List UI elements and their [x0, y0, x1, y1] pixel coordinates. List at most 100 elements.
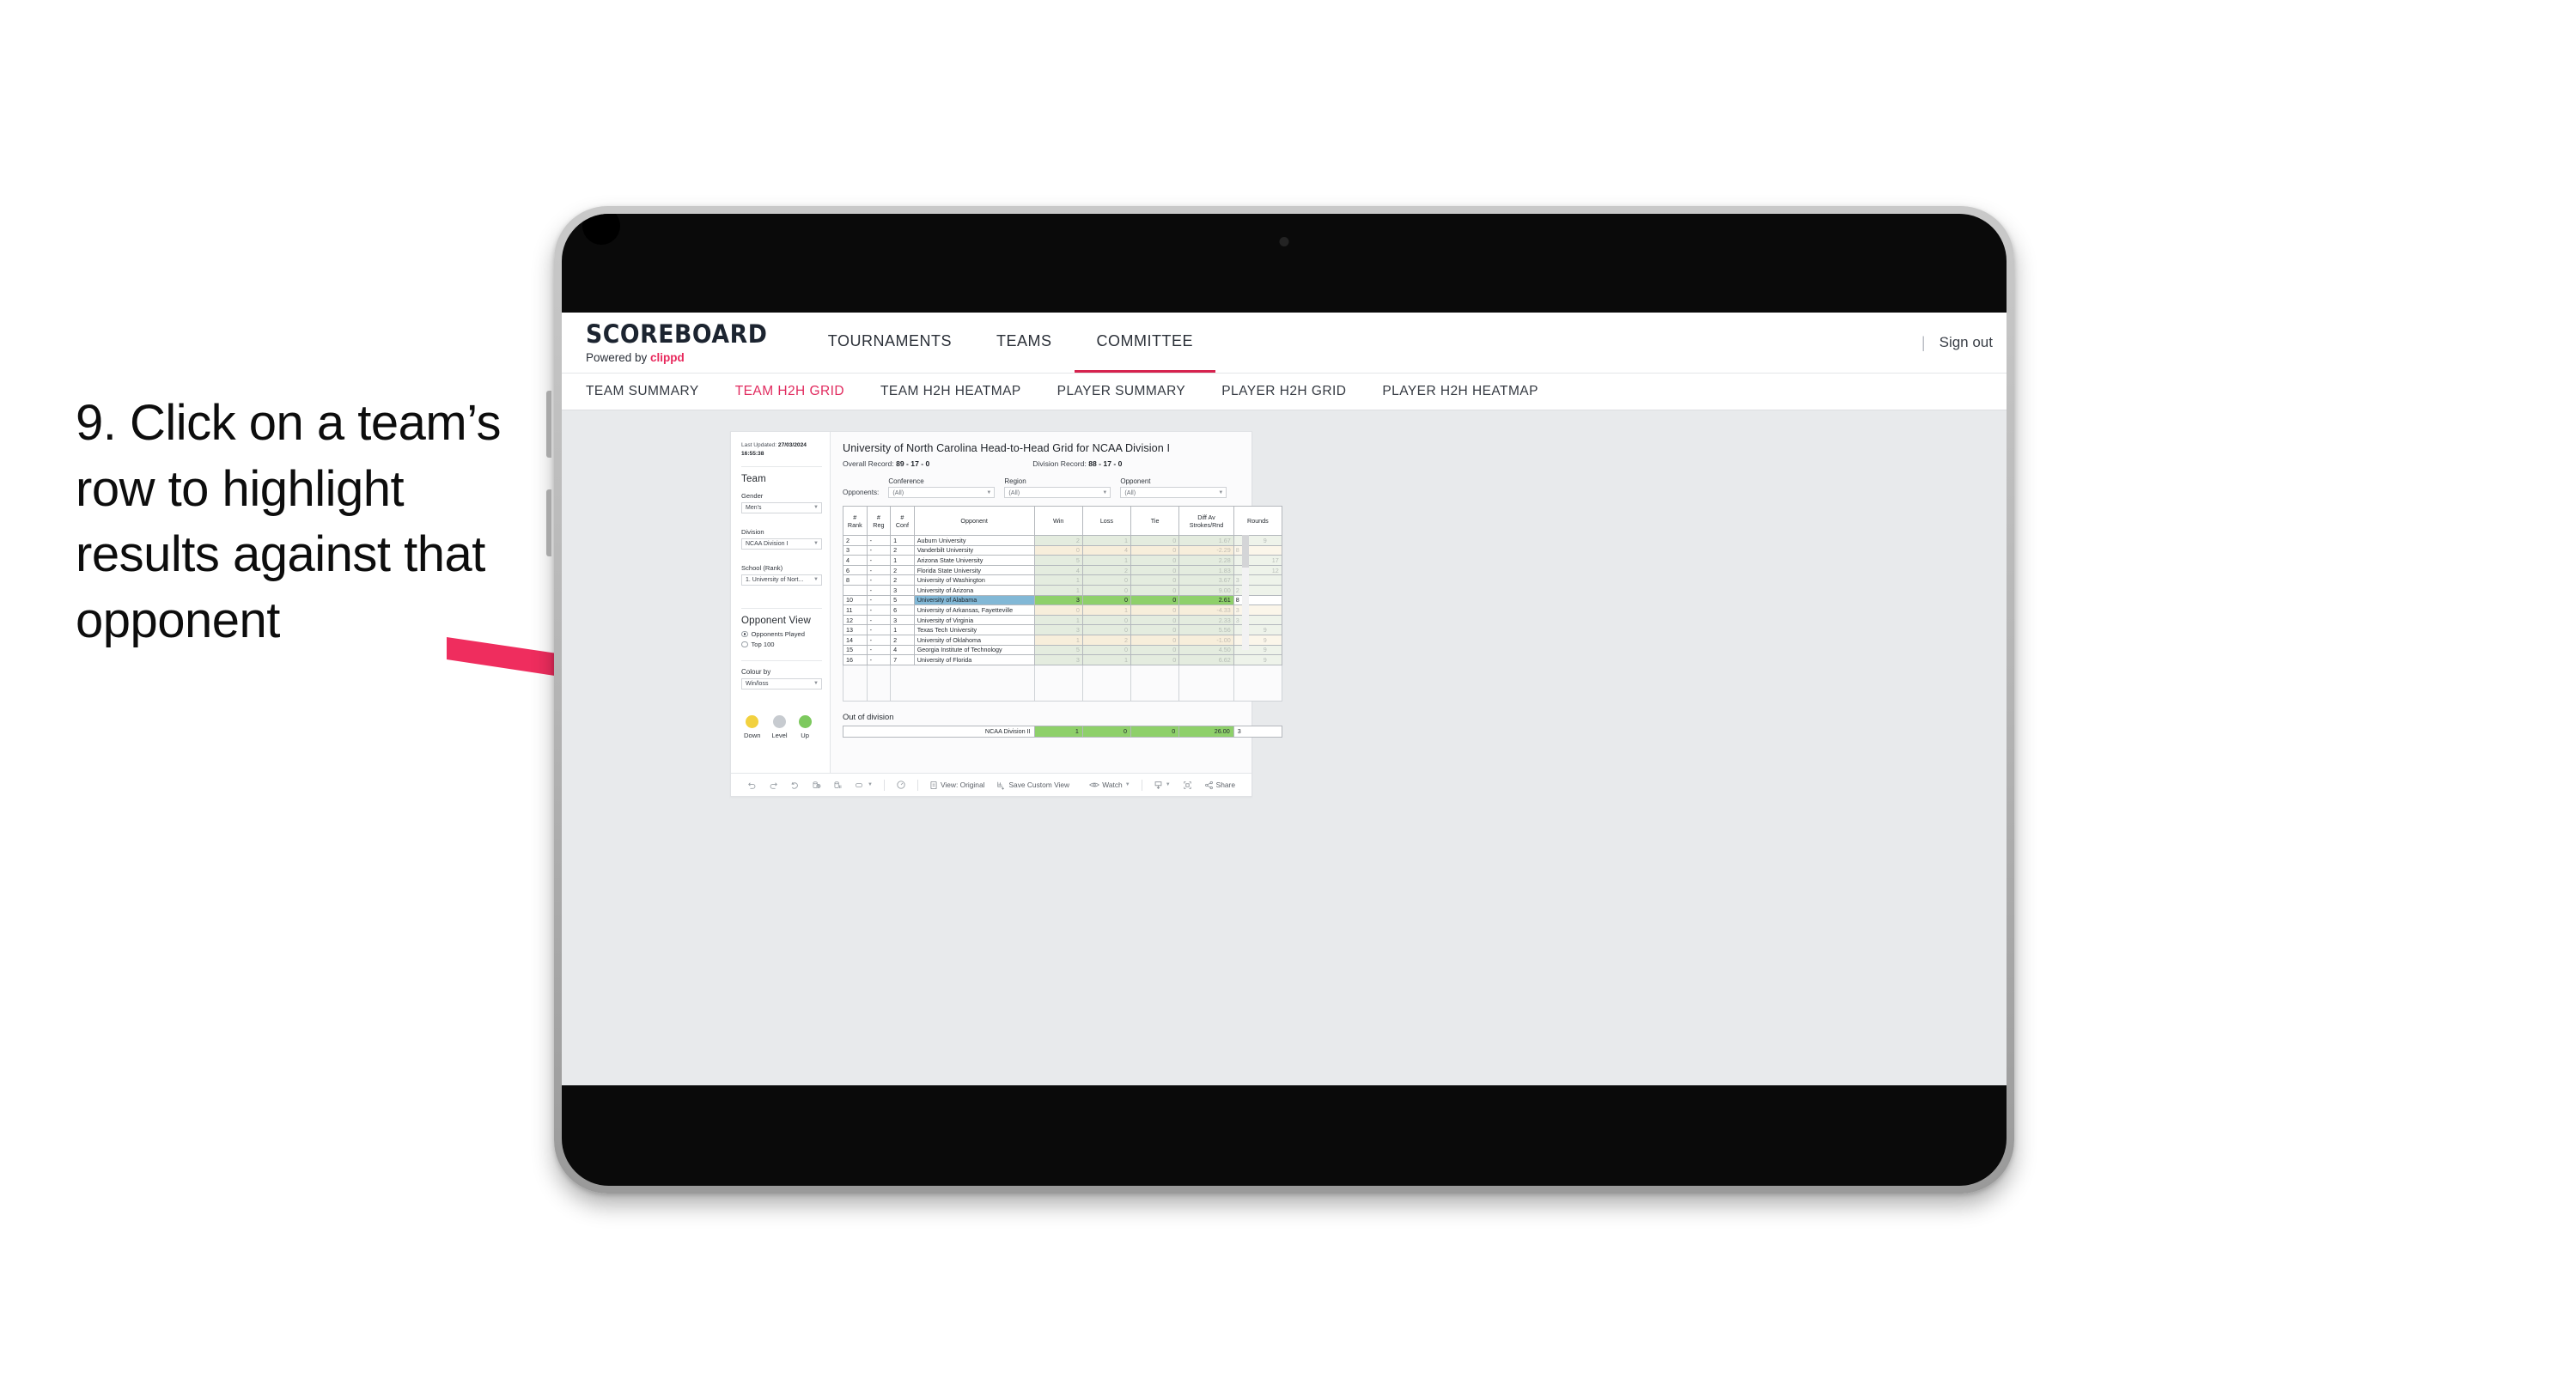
col-reg[interactable]: # Reg — [866, 506, 892, 536]
table-row[interactable]: 3-2 Vanderbilt University 0 4 0 -2.29 8 — [843, 544, 1283, 556]
region-filter-select[interactable]: (All) ▼ — [1004, 487, 1111, 498]
opponent-filter-select[interactable]: (All) ▼ — [1120, 487, 1227, 498]
subnav-player-h2h-heatmap[interactable]: PLAYER H2H HEATMAP — [1382, 384, 1538, 399]
fullscreen-button[interactable] — [1177, 781, 1198, 790]
app-screen: SCOREBOARD Powered by clippd TOURNAMENTS… — [562, 313, 2007, 1085]
table-row[interactable]: 13-1 Texas Tech University 3 0 0 5.56 9 — [843, 624, 1283, 635]
radio-off-icon — [741, 641, 748, 648]
col-conf[interactable]: # Conf — [890, 506, 915, 536]
nav-tournaments[interactable]: TOURNAMENTS — [806, 313, 974, 373]
table-row[interactable]: 16-7 University of Florida 3 1 0 6.62 9 — [843, 654, 1283, 665]
refresh-data-icon[interactable] — [806, 781, 827, 790]
table-row[interactable]: 15-4 Georgia Institute of Technology 5 0 0 4.… — [843, 644, 1283, 656]
radio-opponents-played[interactable]: Opponents Played — [741, 630, 822, 638]
division-record-label: Division Record: — [1032, 459, 1087, 468]
table-row[interactable]: 2-1 Auburn University 2 1 0 1.67 9 — [843, 535, 1283, 546]
row-rounds: 8 — [1233, 544, 1283, 556]
volume-down-button[interactable] — [546, 489, 551, 556]
download-button[interactable]: ▼ — [1148, 781, 1177, 790]
table-row[interactable]: 4-1 Arizona State University 5 1 0 2.28 17 — [843, 555, 1283, 566]
out-of-division-row[interactable]: NCAA Division II 1 0 0 26.00 3 — [843, 725, 1283, 738]
conference-filter-select[interactable]: (All) ▼ — [888, 487, 996, 498]
table-row[interactable]: 11-6 University of Arkansas, Fayetteville… — [843, 604, 1283, 616]
gender-select[interactable]: Men’s ▼ — [741, 501, 822, 513]
row-diff: 9.00 — [1178, 584, 1234, 596]
row-diff: 3.67 — [1178, 574, 1234, 586]
secondary-nav: TEAM SUMMARY TEAM H2H GRID TEAM H2H HEAT… — [562, 373, 2007, 410]
col-reg-l2: Reg — [873, 520, 885, 529]
volume-up-button[interactable] — [546, 391, 551, 458]
col-diff-av-strokes[interactable]: Diff Av Strokes/Rnd — [1178, 506, 1234, 536]
col-opponent[interactable]: Opponent — [913, 506, 1035, 536]
row-rank: 2 — [843, 535, 868, 546]
school-rank-select[interactable]: 1. University of Nort... ▼ — [741, 574, 822, 586]
legend-item-down: Down — [744, 714, 761, 739]
table-row[interactable]: 8-2 University of Washington 1 0 0 3.67 3 — [843, 574, 1283, 586]
app-logo[interactable]: SCOREBOARD Powered by clippd — [562, 313, 806, 373]
save-custom-view-button[interactable]: Save Custom View — [990, 781, 1075, 790]
overall-record: Overall Record: 89 - 17 - 0 — [843, 459, 929, 468]
subnav-player-summary[interactable]: PLAYER SUMMARY — [1057, 384, 1186, 399]
chevron-down-icon: ▼ — [868, 782, 873, 787]
table-row[interactable]: 14-2 University of Oklahoma 1 2 0 -1.00 9 — [843, 634, 1283, 646]
row-opponent: Texas Tech University — [913, 624, 1035, 635]
grid-vertical-scrollbar[interactable] — [1242, 535, 1249, 650]
nav-teams[interactable]: TEAMS — [974, 313, 1075, 373]
viz-sidebar: Last Updated: 27/03/2024 16:55:38 Team G… — [731, 432, 831, 773]
row-reg: - — [866, 654, 892, 665]
row-diff: -4.33 — [1178, 604, 1234, 616]
watch-button[interactable]: Watch ▼ — [1083, 781, 1136, 789]
app-top-bar: SCOREBOARD Powered by clippd TOURNAMENTS… — [562, 313, 2007, 373]
row-opponent: Vanderbilt University — [913, 544, 1035, 556]
sign-out-link[interactable]: Sign out — [1940, 334, 1993, 351]
colour-by-label: Colour by — [741, 667, 771, 676]
row-rank: 8 — [843, 574, 868, 586]
undo-icon[interactable] — [741, 781, 763, 790]
grid-scrollbar-thumb[interactable] — [1242, 535, 1249, 568]
tableau-viz: Last Updated: 27/03/2024 16:55:38 Team G… — [730, 431, 1283, 797]
radio-top-100[interactable]: Top 100 — [741, 641, 822, 648]
row-rounds: 3 — [1233, 574, 1283, 586]
col-rounds[interactable]: Rounds — [1233, 506, 1283, 536]
table-row[interactable]: 6-2 Florida State University 4 2 0 1.83 12 — [843, 564, 1283, 576]
viz-main-panel: University of North Carolina Head-to-Hea… — [831, 432, 1283, 773]
table-row[interactable]: -3 University of Arizona 1 0 0 9.00 2 — [843, 584, 1283, 596]
table-row[interactable]: 10-5 University of Alabama 3 0 0 2.61 8 — [843, 594, 1283, 606]
row-loss: 0 — [1081, 574, 1132, 586]
empty-cell — [1233, 664, 1283, 702]
division-select[interactable]: NCAA Division I ▼ — [741, 538, 822, 550]
revert-icon[interactable] — [784, 781, 806, 790]
alerts-icon[interactable] — [890, 780, 912, 790]
col-rank[interactable]: # Rank — [843, 506, 868, 536]
table-row[interactable]: 12-3 University of Virginia 1 0 0 2.33 3 — [843, 614, 1283, 626]
row-rounds: 2 — [1233, 584, 1283, 596]
colour-by-select[interactable]: Win/loss ▼ — [741, 677, 822, 689]
ood-loss: 0 — [1081, 725, 1132, 738]
view-mode-icon[interactable]: ▼ — [849, 781, 879, 790]
legend-label-down: Down — [744, 731, 761, 739]
row-win: 4 — [1033, 564, 1083, 576]
row-conf: 2 — [890, 634, 915, 646]
row-opponent: Florida State University — [913, 564, 1035, 576]
row-rank — [843, 584, 868, 596]
nav-committee[interactable]: COMMITTEE — [1074, 313, 1215, 373]
col-loss[interactable]: Loss — [1081, 506, 1132, 536]
row-loss: 0 — [1081, 614, 1132, 626]
row-rounds: 9 — [1233, 624, 1283, 635]
subnav-player-h2h-grid[interactable]: PLAYER H2H GRID — [1221, 384, 1346, 399]
conference-filter-value: (All) — [892, 489, 904, 496]
col-tie[interactable]: Tie — [1130, 506, 1180, 536]
out-of-division-table: NCAA Division II 1 0 0 26.00 3 — [843, 725, 1283, 738]
empty-cell — [1081, 664, 1132, 702]
legend-label-level: Level — [771, 731, 788, 739]
out-of-division-body: NCAA Division II 1 0 0 26.00 3 — [843, 725, 1283, 738]
subnav-team-h2h-grid[interactable]: TEAM H2H GRID — [735, 384, 844, 399]
col-win[interactable]: Win — [1033, 506, 1083, 536]
subnav-team-h2h-heatmap[interactable]: TEAM H2H HEATMAP — [880, 384, 1021, 399]
share-button[interactable]: Share — [1198, 781, 1241, 790]
subnav-team-summary[interactable]: TEAM SUMMARY — [586, 384, 699, 399]
pause-updates-icon[interactable] — [827, 781, 849, 790]
opponent-filter-label: Opponent — [1120, 477, 1151, 485]
redo-icon[interactable] — [763, 781, 784, 790]
view-original-button[interactable]: View: Original — [923, 781, 991, 790]
